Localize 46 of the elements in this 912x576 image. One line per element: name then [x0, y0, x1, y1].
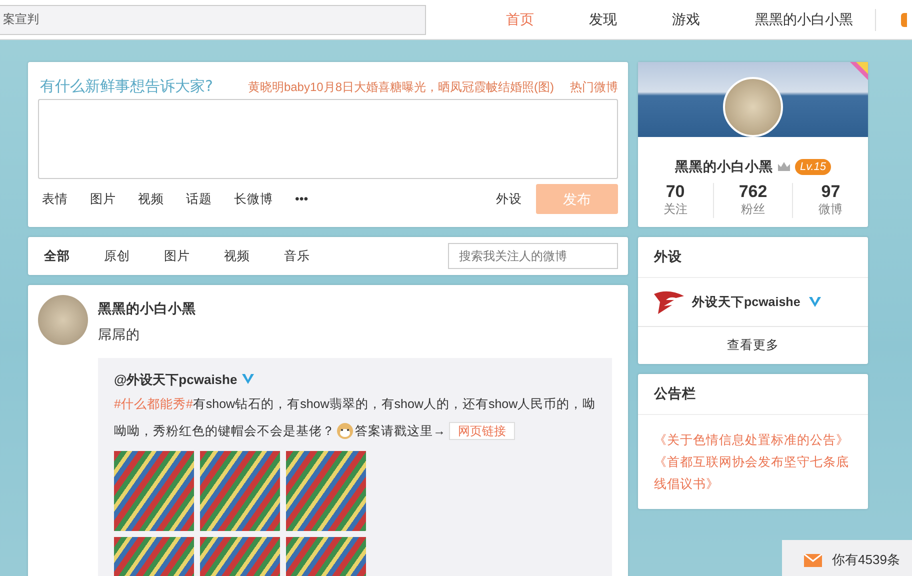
visibility-selector[interactable]: 外设 — [496, 190, 522, 208]
post-input[interactable] — [38, 99, 618, 179]
stat-count[interactable]: 762 — [714, 183, 792, 200]
notification-text[interactable]: 你有4539条 — [832, 550, 900, 570]
photo-placeholder[interactable] — [286, 451, 366, 531]
feed-tab[interactable]: 图片 — [164, 238, 190, 274]
envelope-icon — [804, 554, 822, 566]
stat-count[interactable]: 70 — [638, 183, 713, 200]
feed-search-field[interactable]: 搜索我关注人的微博 — [448, 243, 618, 269]
repost-author[interactable]: @外设天下pcwaishe — [114, 370, 238, 389]
post-text: 屌屌的 — [98, 326, 141, 344]
card-title: 外设 — [638, 237, 868, 278]
feed-tab[interactable]: 原创 — [104, 238, 130, 274]
card-title: 公告栏 — [638, 374, 868, 416]
level-badge: Lv.15 — [794, 158, 832, 176]
photo-placeholder[interactable] — [200, 451, 280, 531]
feed-tab[interactable]: 音乐 — [284, 238, 310, 274]
search-field[interactable]: 案宣判 — [0, 4, 426, 34]
avatar-photo — [38, 295, 88, 345]
stat-label[interactable]: 粉丝 — [714, 200, 792, 218]
notification-icon[interactable] — [901, 12, 907, 26]
toolbar-item[interactable]: 视频 — [138, 190, 164, 208]
stat-label[interactable]: 关注 — [638, 200, 713, 218]
nav-link-item[interactable]: 游戏 — [672, 9, 700, 30]
stat-label[interactable]: 微博 — [793, 200, 868, 218]
toolbar-item[interactable]: 图片 — [90, 190, 116, 208]
toolbar-item[interactable]: 话题 — [186, 190, 212, 208]
see-more-link[interactable]: 查看更多 — [638, 327, 868, 364]
repost-text: #什么都能秀#有show钻石的，有show翡翠的，有show人的，还有show人民币的，呦呦呦，秀粉红色的键帽会不会是基佬？ 答案请戳这里→ 网页链接 — [114, 396, 596, 442]
profile-name[interactable]: 黑黑的小白小黑 — [674, 157, 773, 178]
stat-count[interactable]: 97 — [793, 183, 868, 200]
post-author[interactable]: 黑黑的小白小黑 — [98, 299, 196, 320]
composer-prompt: 有什么新鲜事想告诉大家? — [40, 76, 213, 98]
toolbar-item[interactable]: 长微博 — [234, 190, 273, 208]
crown-icon — [776, 161, 791, 174]
nav-link-item[interactable]: 黑黑的小白小黑 — [755, 9, 853, 30]
feed-tab[interactable]: 全部 — [44, 238, 70, 274]
eagle-logo-icon — [654, 290, 684, 314]
nav-link-item[interactable]: 发现 — [589, 9, 617, 30]
dog-emoji-icon — [335, 420, 355, 440]
feed-tab[interactable]: 视频 — [224, 238, 250, 274]
group-member-link[interactable]: 外设天下pcwaishe — [692, 292, 800, 312]
photo-placeholder[interactable] — [114, 451, 194, 531]
toolbar-item[interactable]: ••• — [295, 190, 308, 208]
toolbar-item[interactable]: 表情 — [42, 190, 68, 208]
corner-ribbon-icon — [850, 62, 868, 80]
